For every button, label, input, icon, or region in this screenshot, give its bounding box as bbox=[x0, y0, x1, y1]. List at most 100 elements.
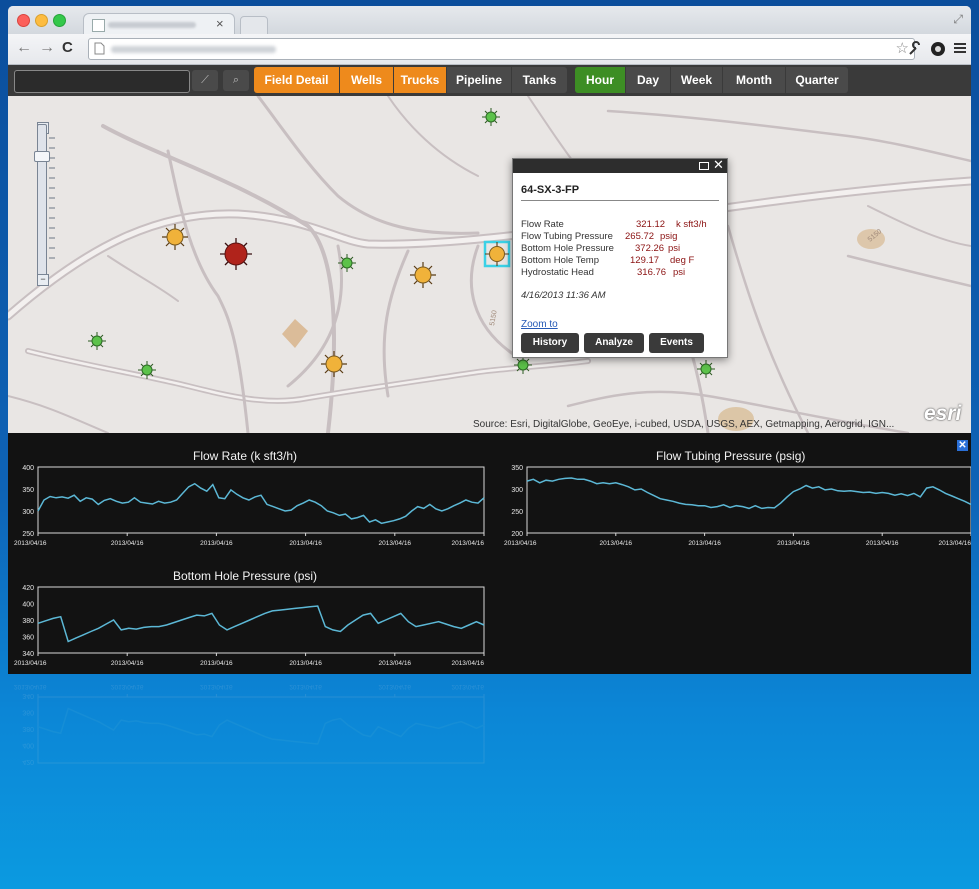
well-marker-warning[interactable] bbox=[410, 262, 436, 288]
chart-title: Flow Rate (k sft3/h) bbox=[193, 449, 298, 463]
x-tick-label: 2013/04/16 bbox=[451, 540, 484, 547]
well-marker-warning[interactable] bbox=[321, 351, 347, 377]
search-button[interactable]: ⌕ bbox=[223, 70, 249, 91]
search-input[interactable] bbox=[14, 70, 190, 93]
page-icon bbox=[92, 19, 105, 32]
attr-unit: psi bbox=[673, 267, 686, 278]
series-line bbox=[37, 482, 485, 525]
map-attribution: Source: Esri, DigitalGlobe, GeoEye, i-cu… bbox=[473, 419, 895, 430]
x-tick-label: 2013/04/16 bbox=[111, 540, 144, 547]
minimize-window-button[interactable] bbox=[35, 14, 48, 27]
time-day[interactable]: Day bbox=[626, 67, 670, 93]
x-tick-label: 2013/04/16 bbox=[866, 540, 899, 547]
close-icon[interactable]: ✕ bbox=[713, 157, 724, 173]
browser-tab[interactable]: × bbox=[83, 13, 235, 36]
well-marker-ok[interactable] bbox=[514, 356, 532, 374]
time-month[interactable]: Month bbox=[723, 67, 785, 93]
map-view[interactable]: 5150 5150 + − bbox=[8, 96, 971, 433]
esri-logo: esri bbox=[924, 402, 962, 425]
y-tick-label: 380 bbox=[22, 725, 34, 732]
well-marker-alarm[interactable] bbox=[220, 238, 252, 270]
browser-window: × ⤢ ← → C ☆ ⟋ ⌕ Field Detail Wells Truck… bbox=[8, 6, 971, 674]
y-tick-label: 420 bbox=[22, 758, 34, 765]
tab-tanks[interactable]: Tanks bbox=[512, 67, 567, 93]
chart-title: Bottom Hole Pressure (psi) bbox=[173, 569, 318, 583]
attr-label: Flow Rate bbox=[521, 219, 564, 230]
x-tick-label: 2013/04/16 bbox=[14, 683, 47, 690]
address-bar[interactable]: ☆ bbox=[88, 38, 915, 60]
zoom-slider-handle[interactable] bbox=[34, 151, 50, 162]
attr-unit: deg F bbox=[670, 255, 695, 266]
x-tick-label: 2013/04/16 bbox=[289, 540, 322, 547]
x-tick-label: 2013/04/16 bbox=[379, 540, 412, 547]
forward-button[interactable]: → bbox=[39, 39, 55, 57]
y-tick-label: 360 bbox=[22, 635, 34, 642]
zoom-to-link[interactable]: Zoom to bbox=[521, 319, 558, 330]
flow-rate-chart: 250 300 350 400 2013/04/16 2013/04/16 2013/04/… bbox=[14, 465, 485, 547]
reflection: 340 360 380 400 420 2013/04/16 2013/04/16 2013/… bbox=[8, 677, 971, 889]
tab-trucks[interactable]: Trucks bbox=[394, 67, 446, 93]
tab-close-icon[interactable]: × bbox=[216, 16, 224, 31]
series-line bbox=[37, 707, 485, 745]
time-hour[interactable]: Hour bbox=[575, 67, 625, 93]
series-line bbox=[526, 477, 971, 510]
well-marker-ok[interactable] bbox=[697, 360, 715, 378]
plot-frame bbox=[526, 466, 971, 534]
menu-icon[interactable] bbox=[954, 42, 966, 54]
attr-label: Bottom Hole Temp bbox=[521, 255, 599, 266]
events-button[interactable]: Events bbox=[649, 333, 704, 353]
well-marker-ok[interactable] bbox=[482, 108, 500, 126]
y-tick-label: 380 bbox=[22, 618, 34, 625]
reflection-chart: 340 360 380 400 420 2013/04/16 2013/04/16 2013/… bbox=[14, 683, 485, 765]
well-marker-ok[interactable] bbox=[138, 361, 156, 379]
time-week[interactable]: Week bbox=[671, 67, 722, 93]
x-tick-label: 2013/04/16 bbox=[111, 683, 144, 690]
attr-value: 265.72 bbox=[625, 231, 655, 242]
close-window-button[interactable] bbox=[17, 14, 30, 27]
analyze-button[interactable]: Analyze bbox=[584, 333, 644, 353]
history-button[interactable]: History bbox=[521, 333, 579, 353]
popup-timestamp: 4/16/2013 11:36 AM bbox=[521, 290, 606, 301]
new-tab-button[interactable] bbox=[240, 16, 268, 35]
y-tick-label: 400 bbox=[22, 742, 34, 749]
zoom-slider-track[interactable] bbox=[37, 124, 47, 276]
y-tick-label: 400 bbox=[22, 602, 34, 609]
charts-panel: ✕ Flow Rate (k sft3/h) 250 300 350 400 2013/… bbox=[8, 433, 971, 674]
chart-title: Flow Tubing Pressure (psig) bbox=[656, 449, 806, 463]
attr-value: 372.26 bbox=[635, 243, 665, 254]
x-tick-label: 2013/04/16 bbox=[451, 660, 484, 667]
y-tick-label: 360 bbox=[22, 709, 34, 716]
y-tick-label: 200 bbox=[511, 531, 523, 538]
tab-field-detail[interactable]: Field Detail bbox=[254, 67, 339, 93]
wrench-icon[interactable] bbox=[907, 41, 922, 56]
tab-pipeline[interactable]: Pipeline bbox=[447, 67, 511, 93]
well-marker-ok[interactable] bbox=[338, 254, 356, 272]
x-tick-label: 2013/04/16 bbox=[111, 660, 144, 667]
y-tick-label: 400 bbox=[22, 465, 34, 472]
y-tick-label: 300 bbox=[22, 509, 34, 516]
well-marker-warning[interactable] bbox=[162, 224, 188, 250]
url-text bbox=[111, 46, 276, 53]
y-tick-label: 250 bbox=[511, 509, 523, 516]
tab-wells[interactable]: Wells bbox=[340, 67, 393, 93]
time-quarter[interactable]: Quarter bbox=[786, 67, 848, 93]
extension-icon[interactable] bbox=[930, 41, 946, 57]
draw-tool-button[interactable]: ⟋ bbox=[192, 70, 218, 91]
y-tick-label: 340 bbox=[22, 692, 34, 699]
reload-button[interactable]: C bbox=[62, 39, 73, 56]
fullscreen-icon[interactable]: ⤢ bbox=[953, 12, 963, 27]
zoom-ticks bbox=[49, 137, 55, 259]
y-tick-label: 350 bbox=[22, 487, 34, 494]
well-marker-selected[interactable] bbox=[481, 238, 513, 270]
x-tick-label: 2013/04/16 bbox=[289, 660, 322, 667]
back-button[interactable]: ← bbox=[16, 39, 32, 57]
close-icon[interactable]: ✕ bbox=[957, 440, 968, 451]
x-tick-label: 2013/04/16 bbox=[14, 540, 47, 547]
maximize-window-button[interactable] bbox=[53, 14, 66, 27]
x-tick-label: 2013/04/16 bbox=[451, 683, 484, 690]
maximize-icon[interactable] bbox=[699, 162, 709, 170]
x-tick-label: 2013/04/16 bbox=[938, 540, 971, 547]
zoom-out-button[interactable]: − bbox=[37, 274, 49, 286]
well-marker-ok[interactable] bbox=[88, 332, 106, 350]
page-icon bbox=[94, 42, 105, 55]
